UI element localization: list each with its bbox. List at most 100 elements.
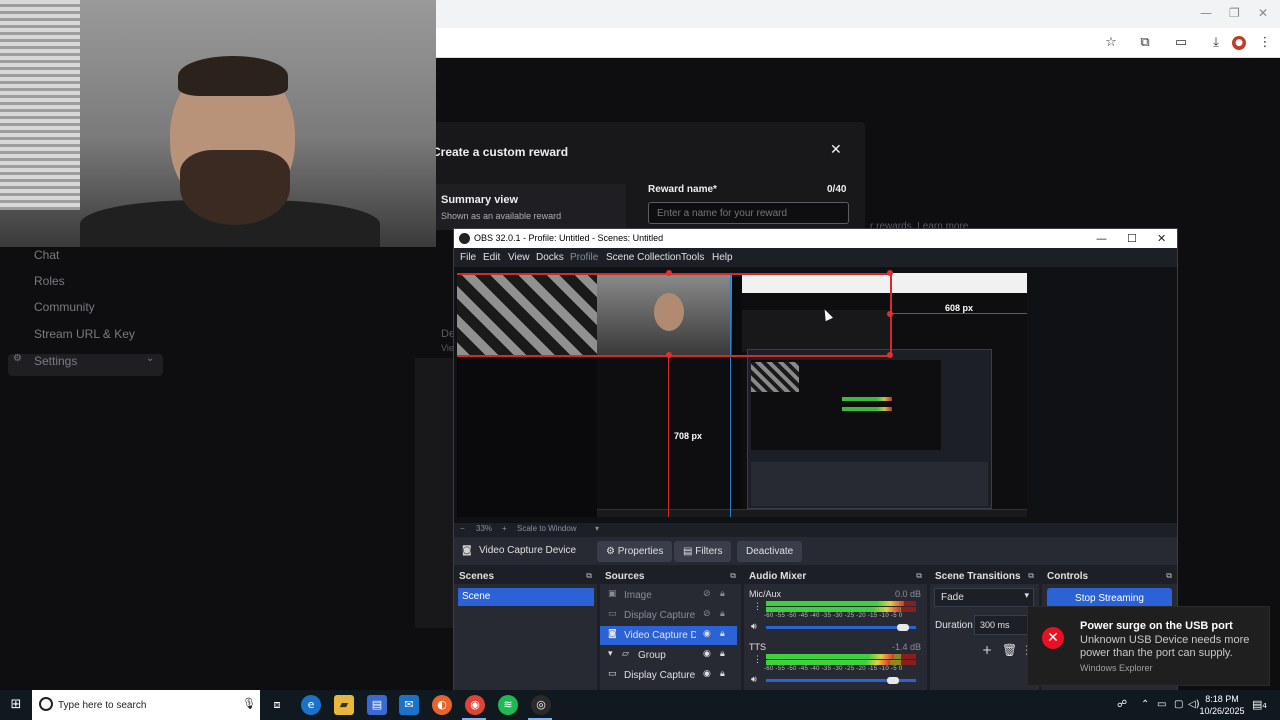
zoom-in-button[interactable]: + [502,524,507,533]
eye-hidden-icon[interactable]: ⊘ [703,609,711,619]
channel-menu-icon[interactable]: ⋮ [753,654,762,665]
lock-icon[interactable]: 🔒︎ [720,609,725,619]
toast-body: Unknown USB Device needs more power than… [1080,634,1250,659]
scale-to-window-label[interactable]: Scale to Window [517,524,577,533]
windows-start-icon[interactable]: ⊞ [0,690,32,720]
lock-icon[interactable]: 🔒︎ [720,629,725,639]
minimize-icon[interactable]: — [1200,6,1212,20]
cast-icon[interactable]: ▭ [1172,34,1190,52]
display-icon[interactable]: ▢ [1174,699,1183,710]
undock-icon[interactable]: ⧉ [1166,571,1172,581]
sidebar-item-community[interactable]: Community [34,300,95,314]
deactivate-button[interactable]: Deactivate [737,541,803,562]
chevron-down-icon[interactable]: ⌄ [146,353,154,364]
trash-icon[interactable]: 🗑︎ [1002,643,1017,657]
network-icon[interactable]: ▭ [1157,699,1166,710]
minimize-icon[interactable]: — [1096,232,1107,245]
chrome-icon[interactable]: ◉ [465,695,485,715]
menu-view[interactable]: View [508,252,530,263]
menu-docks[interactable]: Docks [536,252,564,263]
source-row-display-capture[interactable]: ▭ Display Capture ◉ 🔒︎ [600,666,737,685]
notification-center-icon[interactable]: ▤4 [1252,698,1267,711]
source-row-group[interactable]: ▾ ▱ Group ◉ 🔒︎ [600,646,737,665]
spotify-icon[interactable]: ≋ [498,695,518,715]
chevron-down-icon[interactable]: ▾ [595,524,599,533]
eye-icon[interactable]: ◉ [703,629,711,639]
close-icon[interactable]: ✕ [1258,6,1268,20]
sidebar-item-settings[interactable]: Settings [34,354,77,368]
zoom-out-button[interactable]: − [460,524,465,533]
profile-icon[interactable]: ● [1232,36,1246,50]
resize-handle-bottom-right[interactable] [887,352,893,358]
source-row-display-capture-2[interactable]: ▭ Display Capture 2 ⊘ 🔒︎ [600,606,737,625]
firefox-icon[interactable]: ◐ [432,695,452,715]
properties-button[interactable]: ⚙ Properties [597,541,673,562]
file-explorer-icon[interactable]: ▰ [334,695,354,715]
resize-handle-bottom[interactable] [666,352,672,358]
restore-icon[interactable]: ❐ [1229,6,1240,20]
microphone-icon[interactable]: 🎙︎ [242,697,256,710]
lock-icon[interactable]: 🔒︎ [720,669,725,679]
chevron-up-icon[interactable]: ⌃ [1141,699,1149,710]
sidebar-item-chat[interactable]: Chat [34,248,59,262]
source-context-bar: ◙ Video Capture Device ⚙ Properties ▤ Fi… [454,537,1177,565]
undock-icon[interactable]: ⧉ [1028,571,1034,581]
duration-input[interactable] [974,615,1030,635]
task-view-icon[interactable]: ⧈ [267,695,287,715]
resize-handle-top[interactable] [666,270,672,276]
star-icon[interactable]: ☆ [1102,34,1120,52]
menu-icon[interactable]: ⋮ [1256,34,1274,52]
scene-transitions-dock: Scene Transitions ⧉ Fade ▾ Duration + 🗑︎… [930,569,1039,693]
sidebar-item-roles[interactable]: Roles [34,274,65,288]
download-icon[interactable]: ⤓ [1207,34,1225,52]
menu-scene-collection[interactable]: Scene Collection [606,252,681,263]
mail-icon[interactable]: ✉ [399,695,419,715]
lock-icon[interactable]: 🔒︎ [720,649,725,659]
reward-name-input[interactable] [648,202,849,224]
volume-slider[interactable] [766,677,916,684]
channel-menu-icon[interactable]: ⋮ [753,601,762,612]
menu-file[interactable]: File [460,252,476,263]
source-row-video-capture-device[interactable]: ◙ Video Capture Device ◉ 🔒︎ [600,626,737,645]
undock-icon[interactable]: ⧉ [916,571,922,581]
obs-preview-canvas[interactable]: 608 px 708 px [457,270,1027,517]
usb-notification-toast[interactable]: ✕ Power surge on the USB port Unknown US… [1027,606,1270,686]
stop-streaming-button[interactable]: Stop Streaming [1047,588,1172,608]
close-icon[interactable]: ✕ [830,142,842,158]
scene-item[interactable]: Scene [458,588,594,606]
source-row-image[interactable]: ▣ Image ⊘ 🔒︎ [600,586,737,605]
store-icon[interactable]: ▤ [367,695,387,715]
undock-icon[interactable]: ⧉ [730,571,736,581]
chevron-down-icon[interactable]: ▾ [608,649,613,659]
people-icon[interactable]: ☍ [1117,699,1127,710]
eye-icon[interactable]: ◉ [703,649,711,659]
taskbar-search[interactable]: Type here to search 🎙︎ [32,690,260,720]
menu-profile[interactable]: Profile [570,252,598,263]
edge-icon[interactable]: e [301,695,321,715]
maximize-icon[interactable]: ☐ [1127,232,1137,245]
close-icon[interactable]: ✕ [1157,232,1166,245]
volume-slider[interactable] [766,624,916,631]
volume-slider-knob[interactable] [887,677,900,684]
taskbar-clock[interactable]: 8:18 PM 10/26/2025 [1196,693,1248,717]
menu-tools[interactable]: Tools [681,252,704,263]
obs-icon[interactable]: ◎ [531,695,551,715]
volume-slider-knob[interactable] [897,624,910,631]
filters-button[interactable]: ▤ Filters [674,541,732,562]
lock-icon[interactable]: 🔒︎ [720,589,725,599]
menu-help[interactable]: Help [712,252,733,263]
resize-handle-right[interactable] [887,311,893,317]
menu-edit[interactable]: Edit [483,252,500,263]
extensions-icon[interactable]: ⧉ [1136,34,1154,52]
speaker-icon[interactable]: 🔊︎ [751,622,757,632]
undock-icon[interactable]: ⧉ [586,571,592,581]
eye-hidden-icon[interactable]: ⊘ [703,589,711,599]
sidebar-item-stream-url-key[interactable]: Stream URL & Key [34,327,135,341]
transition-select[interactable]: Fade ▾ [934,588,1034,607]
add-icon[interactable]: + [982,643,992,657]
eye-icon[interactable]: ◉ [703,669,711,679]
meter-scale: -60 -55 -50 -45 -40 -35 -30 -25 -20 -15 … [764,613,903,619]
speaker-icon[interactable]: 🔊︎ [751,675,757,685]
preview-webcam-face [654,293,684,331]
resize-handle-top-right[interactable] [887,270,893,276]
